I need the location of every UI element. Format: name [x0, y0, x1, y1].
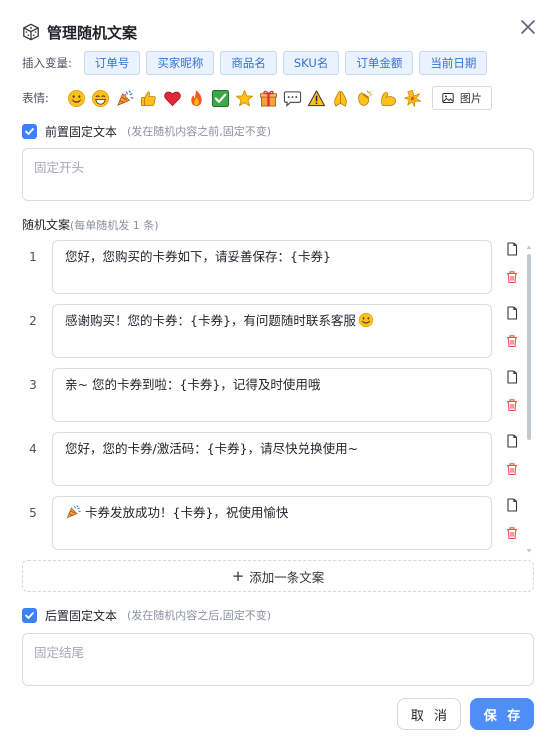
smiling-face-icon[interactable] [66, 88, 87, 109]
copy-text: 亲~ 您的卡券到啦：{卡券}，记得及时使用哦 [65, 377, 321, 392]
folded-hands-icon[interactable] [330, 88, 351, 109]
copy-icon[interactable] [505, 306, 519, 320]
item-index: 5 [29, 506, 37, 520]
copy-text-field[interactable]: 感谢购买！您的卡券：{卡券}，有问题随时联系客服 [52, 304, 492, 358]
list-scrollbar[interactable] [526, 244, 532, 554]
flexed-biceps-icon[interactable] [378, 88, 399, 109]
trash-icon[interactable] [505, 334, 519, 348]
prefix-checkbox[interactable] [22, 123, 37, 139]
close-icon[interactable] [519, 18, 537, 36]
copy-text-field[interactable]: 亲~ 您的卡券到啦：{卡券}，记得及时使用哦 [52, 368, 492, 422]
star-icon[interactable] [234, 88, 255, 109]
prefix-text-input[interactable] [22, 148, 534, 201]
check-icon [25, 611, 34, 619]
copy-text-field[interactable]: 您好，您的卡券/激活码：{卡券}，请尽快兑换使用~ [52, 432, 492, 486]
copy-text-field[interactable]: 卡券发放成功！{卡券}，祝使用愉快 [52, 496, 492, 550]
item-index: 2 [29, 314, 37, 328]
variable-tag-order-amount[interactable]: 订单金额 [345, 51, 414, 75]
prefix-hint: (发在随机内容之前,固定不变) [127, 125, 272, 138]
item-index: 4 [29, 442, 37, 456]
variable-tag-product-name[interactable]: 商品名 [220, 51, 277, 75]
emoji-bar: 表情: 图片 [22, 86, 492, 110]
copy-icon[interactable] [505, 498, 519, 512]
random-copy-title: 随机文案(每单随机发 1 条) [22, 216, 159, 233]
scroll-up-arrow-icon[interactable] [526, 244, 532, 250]
random-copy-label: 随机文案 [22, 218, 71, 232]
suffix-checkbox[interactable] [22, 607, 37, 623]
suffix-label: 后置固定文本 [45, 608, 118, 623]
random-copy-list: 1 您好，您购买的卡券如下，请妥善保存：{卡券} 2 感谢购买！您的卡券：{卡券… [22, 240, 534, 552]
emoji-label: 表情: [22, 91, 49, 105]
speech-bubble-icon[interactable] [282, 88, 303, 109]
plus-icon: + [231, 567, 245, 585]
suffix-checkbox-row: 后置固定文本 (发在随机内容之后,固定不变) [22, 606, 271, 624]
scrollbar-thumb[interactable] [527, 254, 531, 440]
image-icon [442, 93, 454, 103]
fire-icon[interactable] [186, 88, 207, 109]
wrapped-gift-icon[interactable] [258, 88, 279, 109]
sparkles-icon[interactable] [402, 88, 423, 109]
item-index: 1 [29, 250, 37, 264]
grinning-face-icon[interactable] [90, 88, 111, 109]
clapping-hands-icon[interactable] [354, 88, 375, 109]
copy-text: 感谢购买！您的卡券：{卡券}，有问题随时联系客服 [65, 313, 356, 328]
smiling-face-icon [358, 312, 374, 328]
list-item: 2 感谢购买！您的卡券：{卡券}，有问题随时联系客服 [22, 304, 522, 358]
variable-tag-sku-name[interactable]: SKU名 [282, 51, 340, 75]
suffix-hint: (发在随机内容之后,固定不变) [127, 609, 272, 622]
dialog-footer: 取 消 保 存 [397, 698, 534, 730]
trash-icon[interactable] [505, 462, 519, 476]
dialog-header: 管理随机文案 [22, 20, 137, 44]
dice-icon [23, 23, 39, 41]
check-mark-button-icon[interactable] [210, 88, 231, 109]
copy-text: 您好，您购买的卡券如下，请妥善保存：{卡券} [65, 249, 331, 264]
copy-text: 卡券发放成功！{卡券}，祝使用愉快 [85, 505, 289, 520]
scroll-down-arrow-icon[interactable] [526, 548, 532, 554]
party-popper-icon[interactable] [114, 88, 135, 109]
insert-variables-label: 插入变量: [22, 56, 72, 70]
add-copy-label: 添加一条文案 [249, 569, 325, 585]
list-item: 4 您好，您的卡券/激活码：{卡券}，请尽快兑换使用~ [22, 432, 522, 486]
list-item: 3 亲~ 您的卡券到啦：{卡券}，记得及时使用哦 [22, 368, 522, 422]
trash-icon[interactable] [505, 270, 519, 284]
dialog-title: 管理随机文案 [47, 23, 138, 42]
prefix-label: 前置固定文本 [45, 124, 118, 139]
variable-tag-current-date[interactable]: 当前日期 [419, 51, 488, 75]
red-heart-icon[interactable] [162, 88, 183, 109]
copy-icon[interactable] [505, 370, 519, 384]
manage-random-copy-dialog: 管理随机文案 插入变量: 订单号 买家昵称 商品名 SKU名 订单金额 当前日期… [0, 0, 553, 749]
copy-text: 您好，您的卡券/激活码：{卡券}，请尽快兑换使用~ [65, 441, 359, 456]
suffix-text-input[interactable] [22, 633, 534, 686]
check-icon [25, 127, 34, 135]
random-copy-subtitle: (每单随机发 1 条) [70, 219, 159, 232]
list-item: 5 卡券发放成功！{卡券}，祝使用愉快 [22, 496, 522, 550]
cancel-button[interactable]: 取 消 [397, 698, 461, 730]
insert-variables-row: 插入变量: 订单号 买家昵称 商品名 SKU名 订单金额 当前日期 [22, 51, 493, 75]
party-popper-icon [66, 505, 81, 519]
copy-icon[interactable] [505, 434, 519, 448]
copy-icon[interactable] [505, 242, 519, 256]
warning-icon[interactable] [306, 88, 327, 109]
trash-icon[interactable] [505, 526, 519, 540]
variable-tag-buyer-nickname[interactable]: 买家昵称 [146, 51, 215, 75]
copy-text-field[interactable]: 您好，您购买的卡券如下，请妥善保存：{卡券} [52, 240, 492, 294]
trash-icon[interactable] [505, 398, 519, 412]
add-copy-button[interactable]: + 添加一条文案 [22, 560, 534, 592]
insert-image-label: 图片 [459, 92, 482, 105]
variable-tag-order-id[interactable]: 订单号 [83, 51, 141, 75]
insert-image-button[interactable]: 图片 [431, 86, 492, 110]
list-item: 1 您好，您购买的卡券如下，请妥善保存：{卡券} [22, 240, 522, 294]
prefix-checkbox-row: 前置固定文本 (发在随机内容之前,固定不变) [22, 122, 271, 140]
thumbs-up-icon[interactable] [138, 88, 159, 109]
item-index: 3 [29, 378, 37, 392]
save-button[interactable]: 保 存 [470, 698, 534, 730]
